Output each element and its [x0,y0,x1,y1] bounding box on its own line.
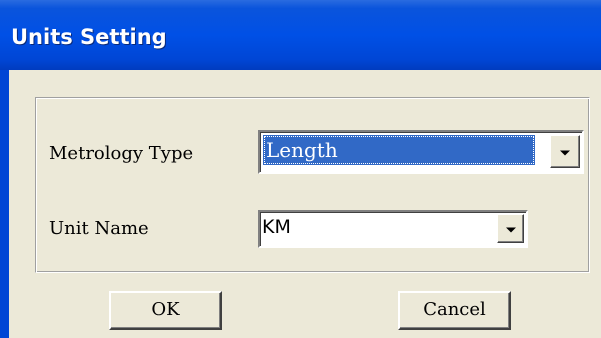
unit-name-value: KM [262,216,291,238]
metrology-type-dropdown[interactable]: Length [258,130,584,174]
window-frame-edge [0,70,9,338]
chevron-down-icon [560,150,570,155]
chevron-down-icon [505,227,516,232]
unit-name-dropdown[interactable]: KM [258,210,528,248]
units-setting-dialog: Units Setting Metrology Type Length Unit… [0,0,601,338]
cancel-button[interactable]: Cancel [398,291,511,330]
window-title: Units Setting [11,25,167,49]
title-bar[interactable]: Units Setting [0,0,601,70]
metrology-type-dropdown-button[interactable] [550,135,580,168]
ok-button[interactable]: OK [109,291,222,330]
metrology-type-value: Length [263,135,535,165]
unit-name-label: Unit Name [49,218,149,239]
unit-name-dropdown-button[interactable] [497,214,524,243]
metrology-type-label: Metrology Type [49,143,194,164]
